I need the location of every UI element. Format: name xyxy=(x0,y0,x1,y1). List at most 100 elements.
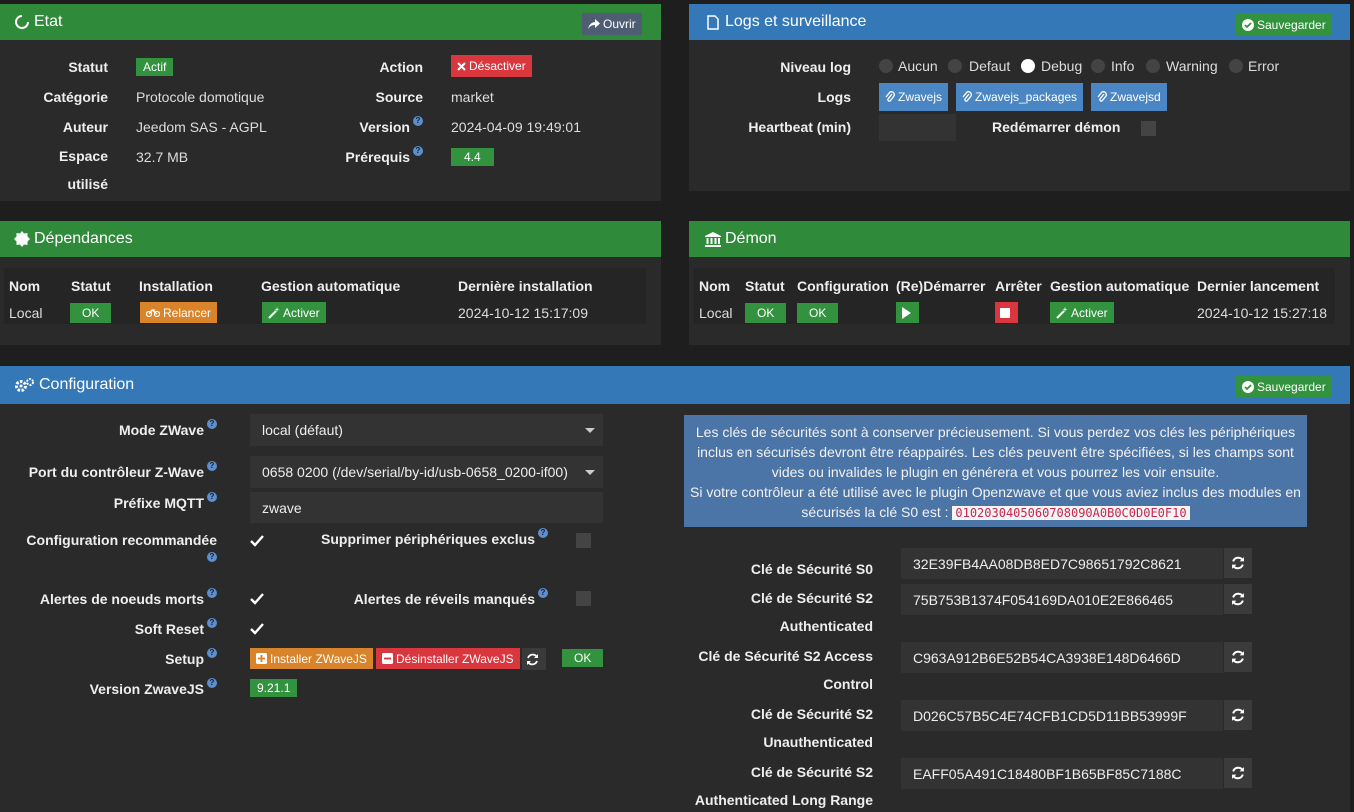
help-icon[interactable]: ? xyxy=(207,588,217,598)
key-s2-unauth-input[interactable]: D026C57B5C4E74CFB1CD5D11BB53999F xyxy=(901,700,1223,731)
suppr-exclus-checkbox[interactable] xyxy=(576,533,591,548)
log-button-zwavejs-packages[interactable]: Zwavejs_packages xyxy=(956,83,1084,111)
demon-header-arreter: Arrêter xyxy=(995,278,1042,294)
config-save-button[interactable]: Sauvegarder xyxy=(1236,376,1332,397)
mode-zwave-select[interactable]: local (défaut) xyxy=(250,414,603,446)
port-select[interactable]: 0658 0200 (/dev/serial/by-id/usb-0658_02… xyxy=(250,456,603,488)
radio-level-warning[interactable] xyxy=(1146,59,1160,73)
certificate-icon xyxy=(13,231,30,248)
paperclip-icon xyxy=(885,91,895,102)
log-button-zwavejs[interactable]: Zwavejs xyxy=(879,83,949,111)
check-circle-icon xyxy=(1242,18,1254,31)
soft-reset-checkbox[interactable] xyxy=(249,621,265,637)
minus-square-icon xyxy=(382,653,393,664)
setup-label: Setup? xyxy=(165,648,217,667)
refresh-setup-button[interactable] xyxy=(522,648,546,670)
logs-label: Logs xyxy=(817,89,851,105)
espace-value: 32.7 MB xyxy=(136,149,189,165)
s0-default-key: 0102030405060708090A0B0C0D0E0F10 xyxy=(952,506,1190,520)
key-s2-longrange-refresh-button[interactable] xyxy=(1224,758,1252,788)
logs-save-button[interactable]: Sauvegarder xyxy=(1236,14,1332,35)
alertes-reveils-checkbox[interactable] xyxy=(576,591,591,606)
help-icon[interactable]: ? xyxy=(207,419,217,429)
key-s2-access-refresh-button[interactable] xyxy=(1224,642,1252,672)
demon-activate-button[interactable]: Activer xyxy=(1050,302,1114,323)
deactivate-button[interactable]: Désactiver xyxy=(451,55,532,77)
etat-panel: Etat Ouvrir Statut Actif Catégorie Proto… xyxy=(0,4,661,201)
prefix-mqtt-input[interactable]: zwave xyxy=(250,492,603,523)
refresh-icon xyxy=(527,653,538,665)
magic-wand-icon xyxy=(1056,306,1068,319)
help-icon[interactable]: ? xyxy=(538,528,548,538)
help-icon[interactable]: ? xyxy=(207,648,217,658)
stop-daemon-button[interactable] xyxy=(995,302,1018,323)
refresh-icon xyxy=(1232,592,1244,606)
uninstall-zwavejs-button[interactable]: Désinstaller ZWaveJS xyxy=(376,648,520,669)
demon-config-badge: OK xyxy=(797,303,839,323)
key-s2-unauth-refresh-button[interactable] xyxy=(1224,700,1252,730)
reco-config-checkbox[interactable] xyxy=(249,533,265,549)
configuration-panel: Configuration Sauvegarder Mode ZWave? lo… xyxy=(0,366,1350,812)
deps-header-gestion: Gestion automatique xyxy=(261,278,401,294)
refresh-icon xyxy=(1232,556,1244,570)
key-s2-access-input[interactable]: C963A912B6E52B54CA3938E148D6466D xyxy=(901,642,1223,673)
restart-daemon-checkbox[interactable] xyxy=(1141,121,1156,136)
install-zwavejs-button[interactable]: Installer ZWaveJS xyxy=(250,648,373,669)
level-defaut-label: Defaut xyxy=(969,58,1011,74)
radio-level-error[interactable] xyxy=(1229,59,1243,73)
deps-activate-button[interactable]: Activer xyxy=(262,302,326,323)
alertes-morts-checkbox[interactable] xyxy=(249,591,265,607)
dependances-panel: Dépendances Nom Statut Installation Gest… xyxy=(0,221,661,345)
prefix-mqtt-label: Préfixe MQTT? xyxy=(114,492,217,511)
help-icon[interactable]: ? xyxy=(413,116,423,126)
relaunch-button[interactable]: Relancer xyxy=(140,302,218,323)
help-icon[interactable]: ? xyxy=(207,678,217,688)
key-s2-auth-input[interactable]: 75B753B1374F054169DA010E2E866465 xyxy=(901,584,1223,615)
refresh-icon xyxy=(1232,766,1244,780)
configuration-header: Configuration xyxy=(0,366,1350,404)
help-icon[interactable]: ? xyxy=(413,146,423,156)
demon-header-statut: Statut xyxy=(745,278,785,294)
chevron-down-icon xyxy=(585,428,595,433)
deps-row-derniere: 2024-10-12 15:17:09 xyxy=(458,305,588,321)
help-icon[interactable]: ? xyxy=(207,461,217,471)
log-button-zwavejsd[interactable]: Zwavejsd xyxy=(1091,83,1167,111)
demon-status-badge: OK xyxy=(745,303,787,323)
start-daemon-button[interactable] xyxy=(896,302,919,323)
radio-level-info[interactable] xyxy=(1091,59,1105,73)
source-label: Source xyxy=(375,89,423,105)
demon-row-nom: Local xyxy=(699,305,733,321)
demon-header: Démon xyxy=(689,221,1350,257)
help-icon[interactable]: ? xyxy=(207,552,217,562)
open-button[interactable]: Ouvrir xyxy=(582,13,642,35)
security-info-text-s0: Si votre contrôleur a été utilisé avec l… xyxy=(690,484,1301,520)
deps-header-statut: Statut xyxy=(71,278,111,294)
demon-table: Nom Statut Configuration (Re)Démarrer Ar… xyxy=(693,268,1335,324)
share-arrow-icon xyxy=(588,18,600,29)
key-s2-access-label: Clé de Sécurité S2 Access Control xyxy=(698,648,873,692)
key-s0-input[interactable]: 32E39FB4AA08DB8ED7C98651792C8621 xyxy=(901,548,1223,579)
check-circle-icon xyxy=(1242,380,1254,393)
key-s0-refresh-button[interactable] xyxy=(1224,548,1252,578)
restart-daemon-label: Redémarrer démon xyxy=(992,119,1121,135)
level-info-label: Info xyxy=(1111,58,1135,74)
niveau-log-label: Niveau log xyxy=(780,59,851,75)
radio-level-debug[interactable] xyxy=(1021,59,1035,73)
logs-panel: Logs et surveillance Sauvegarder Niveau … xyxy=(689,4,1350,191)
radio-level-defaut[interactable] xyxy=(948,59,962,73)
etat-title: Etat xyxy=(34,13,63,30)
heartbeat-input[interactable] xyxy=(879,114,956,141)
radio-level-aucun[interactable] xyxy=(879,59,893,73)
port-label: Port du contrôleur Z-Wave? xyxy=(29,461,217,480)
deps-row-nom: Local xyxy=(9,305,43,321)
demon-title: Démon xyxy=(725,230,777,247)
help-icon[interactable]: ? xyxy=(207,492,217,502)
key-s2-auth-label: Clé de Sécurité S2 Authenticated xyxy=(750,590,873,634)
version-label: Version? xyxy=(359,116,423,135)
key-s2-auth-refresh-button[interactable] xyxy=(1224,584,1252,614)
demon-header-configuration: Configuration xyxy=(797,278,889,294)
help-icon[interactable]: ? xyxy=(207,618,217,628)
soft-reset-label: Soft Reset? xyxy=(135,618,217,637)
key-s2-longrange-input[interactable]: EAFF05A491C18480BF1B65BF85C7188C xyxy=(901,758,1223,789)
help-icon[interactable]: ? xyxy=(538,588,548,598)
